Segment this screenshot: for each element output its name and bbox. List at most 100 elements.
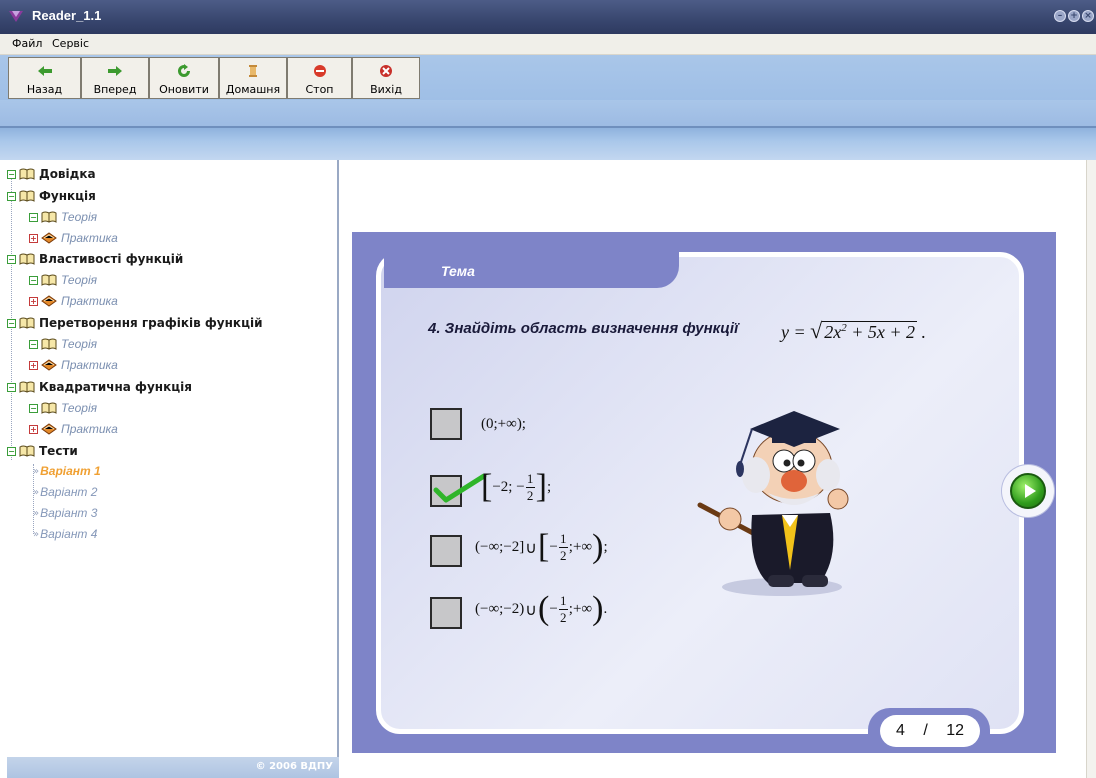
play-arrow-icon — [1025, 484, 1036, 498]
tree-item-theory[interactable]: − Теорія — [29, 398, 97, 418]
practice-book-icon — [41, 295, 57, 307]
tree-item-variant-4[interactable]: » Варіант 4 — [33, 524, 97, 544]
collapse-icon[interactable]: − — [7, 318, 16, 328]
refresh-button[interactable]: Оновити — [149, 57, 219, 99]
open-book-icon — [19, 317, 35, 329]
tree-item-vlastyvosti[interactable]: − Властивості функцій — [7, 249, 183, 269]
option-formula-3: (−∞;−2] ∪ [ − 12 ;+∞ ); — [475, 528, 608, 565]
header-strip — [0, 126, 1096, 160]
stop-button[interactable]: Стоп — [287, 57, 352, 99]
tree-item-theory[interactable]: − Теорія — [29, 207, 97, 227]
option-checkbox-3[interactable] — [430, 535, 462, 567]
current-page: 4 — [895, 722, 905, 739]
option-formula-2: [ −2; − 12 ]; — [481, 468, 552, 505]
open-book-icon — [19, 381, 35, 393]
collapse-icon[interactable]: − — [7, 382, 16, 392]
tree-label: Практика — [61, 294, 118, 308]
tree-label: Перетворення графіків функцій — [39, 316, 263, 330]
open-book-icon — [41, 338, 57, 350]
refresh-label: Оновити — [159, 83, 209, 96]
next-button[interactable] — [1010, 473, 1046, 509]
tree-label: Практика — [61, 422, 118, 436]
tree-item-peretvorennia[interactable]: − Перетворення графіків функцій — [7, 313, 262, 333]
maximize-icon[interactable]: + — [1068, 10, 1080, 22]
question-formula: y = √ 2x2 + 5x + 2 . — [781, 318, 927, 343]
expand-icon[interactable]: + — [29, 360, 38, 370]
bullet-icon: » — [33, 486, 40, 498]
stop-label: Стоп — [305, 83, 334, 96]
collapse-icon[interactable]: − — [7, 169, 16, 179]
page-indicator: 4 / 12 — [880, 715, 980, 747]
menu-file[interactable]: Файл — [12, 37, 42, 50]
home-button[interactable]: Домашня — [219, 57, 287, 99]
open-book-icon — [19, 168, 35, 180]
tree-label: Варіант 4 — [40, 527, 98, 541]
arrow-left-icon — [37, 66, 52, 76]
collapse-icon[interactable]: − — [7, 446, 16, 456]
navigation-panel: − Довідка − Функція − Теорія + Практика … — [7, 160, 339, 778]
tree-label: Варіант 3 — [40, 506, 98, 520]
tree-item-theory[interactable]: − Теорія — [29, 334, 97, 354]
tree-label: Теорія — [61, 401, 98, 415]
tree-item-dovidka[interactable]: − Довідка — [7, 164, 96, 184]
back-button[interactable]: Назад — [8, 57, 81, 99]
open-book-icon — [19, 445, 35, 457]
professor-illustration — [697, 411, 849, 596]
tree-label: Довідка — [39, 167, 96, 181]
forward-button[interactable]: Вперед — [81, 57, 149, 99]
collapse-icon[interactable]: − — [7, 254, 16, 264]
tree-label: Властивості функцій — [39, 252, 184, 266]
tree-item-variant-3[interactable]: » Варіант 3 — [33, 503, 97, 523]
practice-book-icon — [41, 359, 57, 371]
minimize-icon[interactable]: – — [1054, 10, 1066, 22]
tema-label: Тема — [441, 263, 475, 279]
close-icon[interactable]: × — [1082, 10, 1094, 22]
tree-item-practice[interactable]: + Практика — [29, 419, 118, 439]
exit-button[interactable]: Вихід — [352, 57, 420, 99]
option-checkbox-1[interactable] — [430, 408, 462, 440]
collapse-icon[interactable]: − — [29, 212, 38, 222]
tree-label: Варіант 1 — [40, 464, 101, 478]
open-book-icon — [41, 274, 57, 286]
tree-item-practice[interactable]: + Практика — [29, 228, 118, 248]
tree-item-variant-1[interactable]: » Варіант 1 — [33, 461, 101, 481]
address-strip — [0, 100, 1096, 126]
option-checkbox-4[interactable] — [430, 597, 462, 629]
exit-label: Вихід — [370, 83, 402, 96]
tree-label: Теорія — [61, 273, 98, 287]
tree-item-theory[interactable]: − Теорія — [29, 270, 97, 290]
tree-item-kvadratychna[interactable]: − Квадратична функція — [7, 377, 192, 397]
tema-tab — [384, 252, 679, 288]
tree-item-practice[interactable]: + Практика — [29, 291, 118, 311]
practice-book-icon — [41, 232, 57, 244]
tree-item-funktsiia[interactable]: − Функція — [7, 186, 96, 206]
menu-bar: Файл Сервіс — [0, 34, 1096, 55]
collapse-icon[interactable]: − — [29, 339, 38, 349]
tree-item-practice[interactable]: + Практика — [29, 355, 118, 375]
arrow-right-icon — [108, 66, 122, 76]
expand-icon[interactable]: + — [29, 296, 38, 306]
practice-book-icon — [41, 423, 57, 435]
home-scroll-icon — [249, 65, 257, 77]
expand-icon[interactable]: + — [29, 233, 38, 243]
tree-item-testy[interactable]: − Тести — [7, 441, 78, 461]
collapse-icon[interactable]: − — [29, 403, 38, 413]
tree-item-variant-2[interactable]: » Варіант 2 — [33, 482, 97, 502]
footer-bar: © 2006 ВДПУ — [7, 757, 339, 778]
tree-label: Практика — [61, 358, 118, 372]
expand-icon[interactable]: + — [29, 424, 38, 434]
option-formula-1: (0;+∞); — [481, 416, 526, 432]
collapse-icon[interactable]: − — [7, 191, 16, 201]
open-book-icon — [41, 211, 57, 223]
bullet-icon: » — [33, 465, 40, 477]
app-icon — [9, 11, 23, 22]
copyright-text: © 2006 ВДПУ — [255, 761, 333, 772]
question-text: 4. Знайдіть область визначення функції — [428, 320, 739, 337]
tree-label: Функція — [39, 189, 96, 203]
collapse-icon[interactable]: − — [29, 275, 38, 285]
option-formula-4: (−∞;−2) ∪ ( − 12 ;+∞ ). — [475, 590, 608, 627]
vertical-scrollbar[interactable] — [1086, 160, 1096, 778]
window-title: Reader_1.1 — [32, 8, 102, 23]
menu-service[interactable]: Сервіс — [52, 37, 89, 50]
open-book-icon — [19, 190, 35, 202]
